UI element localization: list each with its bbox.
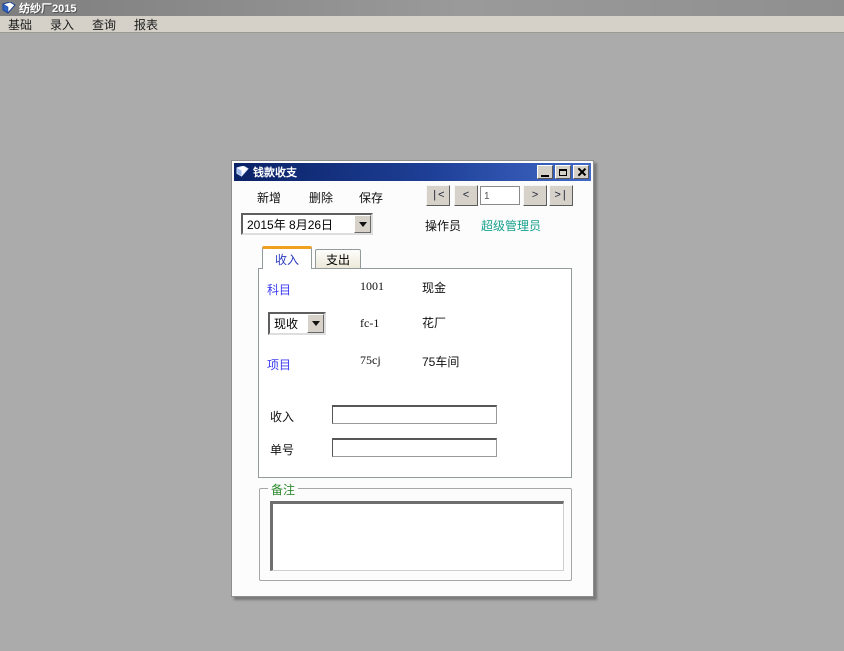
billno-label: 单号 — [270, 443, 295, 457]
income-label: 收入 — [270, 410, 295, 424]
remarks-groupbox: 备注 — [259, 481, 572, 581]
minimize-button[interactable] — [537, 165, 553, 179]
tab-expense[interactable]: 支出 — [315, 249, 361, 269]
income-tab-panel: 科目 1001 现金 现收 fc-1 花厂 项目 75cj 75车间 收入 单号 — [258, 268, 572, 478]
method-name: 花厂 — [422, 316, 447, 330]
app-title: 纺纱厂2015 — [19, 3, 77, 15]
operator-value: 超级管理员 — [481, 219, 542, 233]
dialog-titlebar[interactable]: 钱款收支 — [234, 163, 591, 181]
menu-item-query[interactable]: 查询 — [90, 16, 118, 33]
income-input[interactable] — [332, 405, 497, 424]
delete-button[interactable]: 删除 — [309, 189, 333, 206]
record-number-input[interactable] — [480, 186, 520, 205]
menubar: 基础 录入 查询 报表 — [0, 16, 844, 33]
method-value: 现收 — [274, 317, 299, 331]
subject-name: 现金 — [422, 281, 447, 295]
project-code: 75cj — [360, 353, 381, 367]
subject-label: 科目 — [267, 283, 292, 297]
dialog-title: 钱款收支 — [253, 167, 297, 179]
desktop: { "app": { "title": "纺纱厂2015", "menu": [… — [0, 0, 844, 651]
tab-income[interactable]: 收入 — [262, 246, 312, 269]
project-label: 项目 — [267, 358, 292, 372]
maximize-button[interactable] — [555, 165, 571, 179]
project-name: 75车间 — [422, 355, 460, 369]
date-dropdown[interactable]: 2015年 8月26日 — [241, 213, 373, 235]
operator-label: 操作员 — [425, 219, 462, 233]
maximize-icon — [559, 168, 567, 176]
date-dropdown-button[interactable] — [354, 215, 371, 233]
method-code: fc-1 — [360, 316, 380, 330]
billno-input[interactable] — [332, 438, 497, 457]
dropdown-arrow-icon — [311, 321, 320, 326]
nav-last-button[interactable]: >| — [549, 185, 573, 206]
remarks-label: 备注 — [268, 481, 299, 498]
money-inout-dialog: 钱款收支 新增 删除 保存 |< < > >| 2015年 8月26日 操作员 … — [231, 160, 594, 597]
nav-prev-button[interactable]: < — [454, 185, 478, 206]
method-dropdown[interactable]: 现收 — [268, 312, 326, 335]
subject-code: 1001 — [360, 279, 384, 293]
menu-item-entry[interactable]: 录入 — [48, 16, 76, 33]
close-icon — [577, 168, 585, 176]
dialog-icon — [236, 165, 250, 178]
new-button[interactable]: 新增 — [257, 189, 281, 206]
nav-first-button[interactable]: |< — [426, 185, 450, 206]
save-button[interactable]: 保存 — [359, 189, 383, 206]
minimize-icon — [541, 174, 549, 177]
nav-next-button[interactable]: > — [523, 185, 547, 206]
app-icon — [2, 1, 16, 14]
dropdown-arrow-icon — [358, 221, 367, 227]
method-dropdown-button[interactable] — [307, 314, 324, 333]
date-value: 2015年 8月26日 — [247, 217, 334, 232]
close-button[interactable] — [573, 165, 589, 179]
menu-item-report[interactable]: 报表 — [132, 16, 160, 33]
remarks-textarea[interactable] — [270, 501, 564, 571]
app-titlebar: 纺纱厂2015 — [0, 0, 844, 16]
menu-item-basic[interactable]: 基础 — [6, 16, 34, 33]
